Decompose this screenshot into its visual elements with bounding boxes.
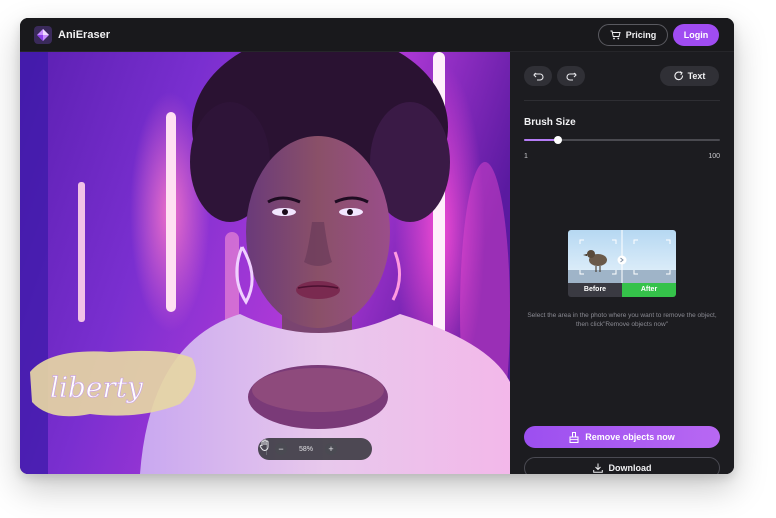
top-bar: AniEraser Pricing Login [20, 18, 734, 52]
portrait-photo: liberty [20, 52, 510, 474]
brush-size-title: Brush Size [524, 117, 576, 128]
refresh-icon [673, 71, 683, 81]
control-panel: Text Brush Size 1 100 Before After Selec… [510, 52, 734, 474]
instruction-text: Select the area in the photo where you w… [527, 312, 717, 328]
brush-size-slider[interactable] [524, 136, 720, 144]
after-label: After [622, 283, 676, 297]
before-after-preview: Before After [568, 230, 676, 297]
slider-handle[interactable] [553, 136, 562, 144]
redo-icon [566, 72, 577, 81]
remove-objects-label: Remove objects now [585, 432, 675, 442]
cart-icon [610, 30, 621, 40]
brand[interactable]: AniEraser [34, 26, 110, 44]
zoom-out-button[interactable]: − [275, 443, 287, 455]
hand-icon[interactable] [258, 438, 272, 452]
photo-canvas[interactable]: liberty − 58% + [20, 52, 510, 474]
slider-max-label: 100 [708, 153, 720, 160]
remove-objects-button[interactable]: Remove objects now [524, 426, 720, 448]
zoom-in-button[interactable]: + [325, 443, 337, 455]
pricing-button[interactable]: Pricing [598, 24, 668, 46]
app-window: AniEraser Pricing Login liberty − 58% + … [20, 18, 734, 474]
app-name: AniEraser [58, 29, 110, 41]
panel-divider [524, 100, 720, 101]
before-after-image [568, 230, 676, 283]
download-icon [592, 463, 603, 473]
slider-min-label: 1 [524, 153, 528, 160]
login-button[interactable]: Login [673, 24, 719, 46]
undo-button[interactable] [524, 66, 552, 86]
remove-object-icon [569, 431, 579, 443]
download-button[interactable]: Download [524, 457, 720, 474]
text-button[interactable]: Text [660, 66, 719, 86]
zoom-controls: − 58% + [258, 438, 372, 460]
before-label: Before [568, 283, 622, 297]
redo-button[interactable] [557, 66, 585, 86]
undo-icon [532, 72, 543, 81]
download-label: Download [608, 463, 652, 473]
text-button-label: Text [687, 71, 706, 81]
zoom-level: 58% [298, 445, 313, 453]
pricing-label: Pricing [625, 30, 657, 40]
watermark-text: liberty [50, 371, 144, 404]
slider-fill [524, 139, 558, 141]
app-logo-icon [34, 26, 52, 44]
